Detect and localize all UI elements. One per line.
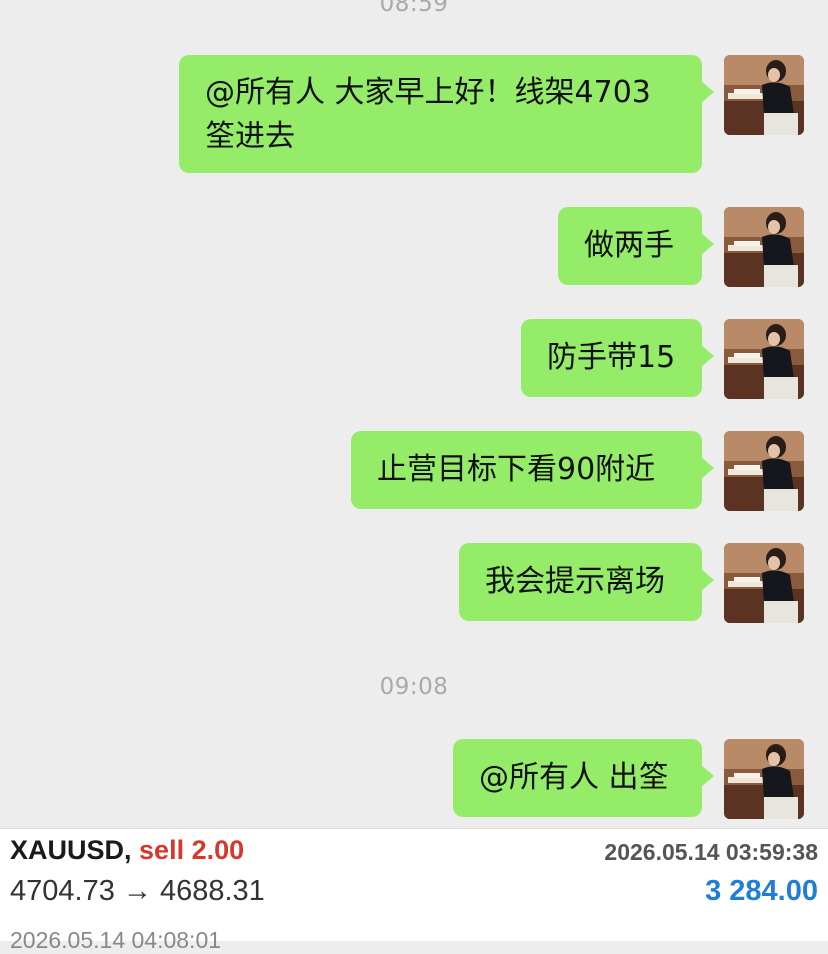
message-row: 止营目标下看90附近 (351, 431, 804, 511)
message-row: @所有人 出筌 (453, 739, 804, 819)
trade-close-time: 2026.05.14 04:08:01 (10, 927, 222, 953)
avatar[interactable] (724, 543, 804, 623)
timestamp: 09:08 (379, 674, 449, 700)
message-bubble[interactable]: 止营目标下看90附近 (351, 431, 714, 509)
message-bubble[interactable]: 防手带15 (521, 319, 714, 397)
message-bubble[interactable]: 我会提示离场 (459, 543, 714, 621)
timestamp: 08:59 (379, 0, 449, 17)
message-bubble[interactable]: 做两手 (558, 207, 714, 285)
message-bubble[interactable]: @所有人 出筌 (453, 739, 714, 817)
trade-open-time: 2026.05.14 03:59:38 (604, 839, 818, 865)
message-text: 筌进去 (205, 119, 295, 154)
message-text: 做两手 (584, 228, 674, 263)
message-text: 我会提示离场 (485, 564, 665, 599)
trade-symbol: XAUUSD, (10, 835, 132, 865)
trade-title: XAUUSD, sell 2.00 (10, 835, 244, 866)
trade-prices: 4704.73 → 4688.31 (10, 875, 265, 907)
message-row: 做两手 (558, 207, 804, 287)
message-text: 止营目标下看90附近 (377, 452, 656, 487)
message-row: 防手带15 (521, 319, 804, 399)
avatar[interactable] (724, 431, 804, 511)
avatar[interactable] (724, 55, 804, 135)
trade-profit: 3 284.00 (705, 875, 818, 907)
message-row: 我会提示离场 (459, 543, 804, 623)
chat-area: 08:59 @所有人 大家早上好！线架4703 筌进去 做两手 防手带15 止营… (0, 0, 828, 828)
avatar[interactable] (724, 739, 804, 819)
trade-record[interactable]: XAUUSD, sell 2.00 2026.05.14 03:59:38 47… (0, 828, 828, 953)
message-text: @所有人 出筌 (479, 760, 669, 795)
message-bubble[interactable]: @所有人 大家早上好！线架4703 筌进去 (179, 55, 714, 173)
message-row: @所有人 大家早上好！线架4703 筌进去 (179, 55, 804, 173)
avatar[interactable] (724, 319, 804, 399)
message-text: @所有人 大家早上好！线架4703 (205, 75, 651, 110)
message-text: 防手带15 (547, 340, 676, 375)
trade-side: sell 2.00 (139, 835, 245, 865)
avatar[interactable] (724, 207, 804, 287)
